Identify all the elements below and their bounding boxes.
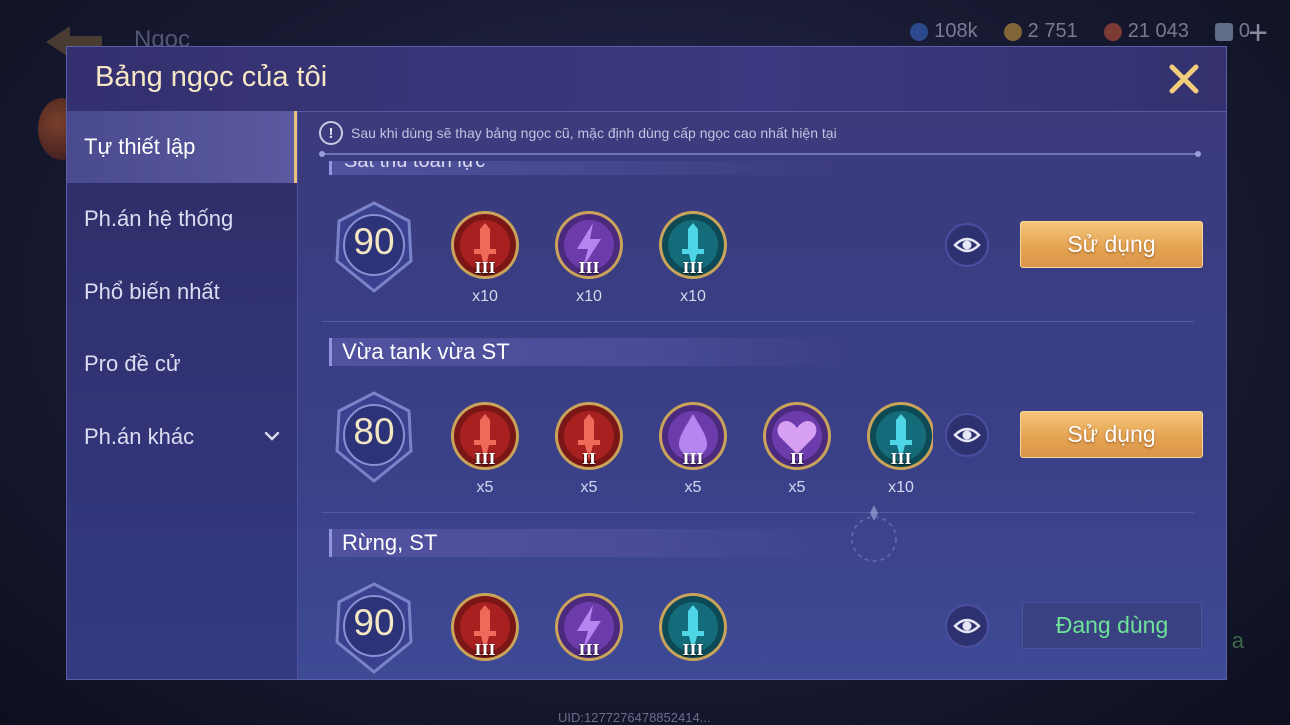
blue-gem-icon <box>910 22 929 41</box>
modal-header: Bảng ngọc của tôi <box>67 47 1226 112</box>
rune-slot[interactable]: III <box>553 209 625 281</box>
rune-count: x10 <box>472 288 498 305</box>
uid-label: UID:1277276478852414... <box>558 710 711 725</box>
background-side-label: a <box>1231 628 1244 653</box>
rune-tier: III <box>682 450 704 468</box>
currency-blue-gem: 108k <box>910 20 978 43</box>
page-name: Vừa tank vừa ST <box>329 338 849 366</box>
use-page-button[interactable]: Sử dụng <box>1020 411 1203 458</box>
warning-icon: ! <box>319 121 343 145</box>
use-page-button[interactable]: Sử dụng <box>1020 221 1203 268</box>
rune-tier: III <box>474 259 496 277</box>
rune-slot[interactable]: II <box>553 400 625 472</box>
rune-count: x5 <box>476 479 494 496</box>
page-level: 80 <box>353 411 395 452</box>
currency-value: 108k <box>934 20 978 42</box>
sidebar-item-system[interactable]: Ph.án hệ thống <box>67 183 297 255</box>
sidebar: Tự thiết lập Ph.án hệ thống Phổ biến nhấ… <box>67 111 298 679</box>
rune-count: x10 <box>576 288 602 305</box>
page-name: Sát thủ toàn lực <box>329 161 849 175</box>
loading-icon <box>851 505 897 562</box>
rune-tier: III <box>682 259 704 277</box>
rune-tier: III <box>578 641 600 659</box>
notice-divider <box>319 151 1201 157</box>
section-divider <box>322 512 1194 513</box>
currency-gold: 2 751 <box>1003 20 1078 43</box>
page-level: 90 <box>353 602 395 643</box>
close-icon[interactable] <box>1164 59 1204 99</box>
rune-slot[interactable]: II <box>761 400 833 472</box>
rune-slot[interactable]: III <box>657 591 729 663</box>
eye-icon <box>953 237 981 253</box>
rune-tier: III <box>474 641 496 659</box>
page-header: Sát thủ toàn lực <box>329 161 849 177</box>
ticket-icon <box>1214 22 1233 41</box>
rune-count: x5 <box>788 479 806 496</box>
rune-slot[interactable]: III <box>865 400 933 472</box>
sidebar-item-popular[interactable]: Phổ biến nhất <box>67 256 297 328</box>
rune-count: x10 <box>888 479 914 496</box>
sidebar-item-label: Ph.án khác <box>84 424 195 449</box>
rune-pages-modal: Bảng ngọc của tôi Tự thiết lập Ph.án hệ … <box>66 46 1227 680</box>
chevron-down-icon <box>264 431 280 441</box>
sidebar-item-label: Phổ biến nhất <box>84 279 220 304</box>
rune-slot[interactable]: III <box>449 591 521 663</box>
page-name: Rừng, ST <box>329 529 849 557</box>
notice-bar: ! Sau khi dùng sẽ thay bảng ngọc cũ, mặc… <box>319 121 837 145</box>
preview-button[interactable] <box>945 604 989 648</box>
rune-count: x5 <box>580 479 598 496</box>
eye-icon <box>953 427 981 443</box>
preview-button[interactable] <box>945 413 989 457</box>
rune-tier: III <box>474 450 496 468</box>
preview-button[interactable] <box>945 223 989 267</box>
currency-ticket: 0 <box>1214 20 1250 43</box>
gold-coin-icon <box>1003 22 1022 41</box>
rune-count: x10 <box>680 288 706 305</box>
section-divider <box>322 321 1194 322</box>
rune-slot[interactable]: III <box>657 209 729 281</box>
sidebar-item-label: Tự thiết lập <box>84 134 196 159</box>
add-currency-button[interactable]: + <box>1248 16 1268 50</box>
currency-red-gem: 21 043 <box>1103 20 1189 43</box>
page-level: 90 <box>353 221 395 262</box>
notice-text: Sau khi dùng sẽ thay bảng ngọc cũ, mặc đ… <box>351 125 837 141</box>
modal-title: Bảng ngọc của tôi <box>95 61 328 93</box>
rune-tier: III <box>578 259 600 277</box>
rune-slot[interactable]: III <box>449 209 521 281</box>
rune-tier: III <box>890 450 912 468</box>
eye-icon <box>953 618 981 634</box>
currency-value: 2 751 <box>1027 20 1078 42</box>
sidebar-item-label: Ph.án hệ thống <box>84 206 234 231</box>
sidebar-item-label: Pro đề cử <box>84 351 181 376</box>
rune-count: x5 <box>684 479 702 496</box>
sidebar-item-pro[interactable]: Pro đề cử <box>67 328 297 400</box>
currency-value: 21 043 <box>1127 20 1189 42</box>
rune-slot[interactable]: III <box>553 591 625 663</box>
rune-slot[interactable]: III <box>449 400 521 472</box>
rune-tier: III <box>682 641 704 659</box>
red-gem-icon <box>1103 22 1122 41</box>
rune-slot[interactable]: III <box>657 400 729 472</box>
rune-tier: II <box>581 450 597 468</box>
in-use-button[interactable]: Đang dùng <box>1022 602 1202 649</box>
currency-bar: 108k 2 751 21 043 0 <box>910 20 1250 43</box>
sidebar-item-custom[interactable]: Tự thiết lập <box>67 111 297 183</box>
sidebar-item-other[interactable]: Ph.án khác <box>67 401 297 473</box>
rune-tier: II <box>789 450 805 468</box>
